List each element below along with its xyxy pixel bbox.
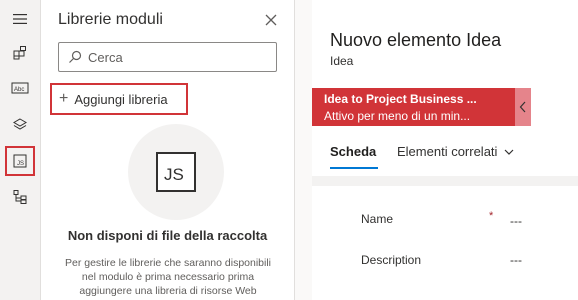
business-process-flow-stage[interactable]: Idea to Project Business ... Attivo per …	[312, 88, 515, 126]
search-icon	[69, 50, 82, 63]
table-columns-icon[interactable]: Abc	[6, 74, 34, 102]
form-section: Name * --- Description ---	[327, 186, 578, 300]
js-file-icon-text: JS	[164, 165, 184, 184]
empty-state-title: Non disponi di file della raccolta	[67, 228, 268, 243]
js-file-icon: JS	[156, 152, 196, 192]
process-title: Idea to Project Business ...	[324, 92, 477, 106]
empty-state-illustration: JS	[128, 124, 224, 220]
panel-title: Librerie moduli	[58, 11, 163, 28]
components-icon[interactable]	[6, 39, 34, 67]
tree-view-icon[interactable]	[6, 183, 34, 211]
form-libraries-panel: Librerie moduli + Aggiungi libreria JS N…	[41, 0, 295, 300]
plus-icon: +	[59, 90, 69, 107]
tab-related[interactable]: Elementi correlati	[397, 144, 514, 159]
left-icon-rail: Abc JS	[0, 0, 41, 300]
field-value-description[interactable]: ---	[510, 253, 522, 267]
form-preview: Nuovo elemento Idea Idea Idea to Project…	[295, 0, 578, 300]
chevron-down-icon	[505, 149, 514, 155]
add-library-label: Aggiungi libreria	[74, 91, 168, 107]
svg-text:JS: JS	[17, 161, 24, 167]
tab-divider	[312, 176, 578, 186]
field-value-name[interactable]: ---	[510, 214, 522, 228]
process-status: Attivo per meno di un min...	[324, 109, 471, 123]
required-indicator: *	[489, 210, 494, 222]
field-label-name: Name	[361, 212, 394, 226]
field-label-description: Description	[361, 253, 422, 267]
layers-icon[interactable]	[6, 111, 34, 139]
js-library-icon[interactable]: JS	[5, 146, 35, 176]
close-icon[interactable]	[263, 12, 279, 28]
search-input[interactable]	[88, 49, 268, 65]
search-box[interactable]	[58, 42, 277, 72]
active-tab-indicator	[330, 167, 378, 169]
svg-text:Abc: Abc	[14, 87, 24, 93]
empty-state-description: Per gestire le librerie che saranno disp…	[64, 257, 272, 297]
tab-scheda[interactable]: Scheda	[330, 144, 376, 159]
hamburger-menu-icon[interactable]	[6, 5, 34, 33]
form-card: Nuovo elemento Idea Idea Idea to Project…	[312, 0, 578, 300]
tab-related-label: Elementi correlati	[397, 144, 498, 159]
collapse-process-button[interactable]	[515, 88, 531, 126]
form-subtitle: Idea	[330, 54, 354, 68]
form-title: Nuovo elemento Idea	[330, 30, 502, 50]
chevron-left-icon	[519, 101, 526, 113]
add-library-button[interactable]: + Aggiungi libreria	[50, 83, 188, 115]
